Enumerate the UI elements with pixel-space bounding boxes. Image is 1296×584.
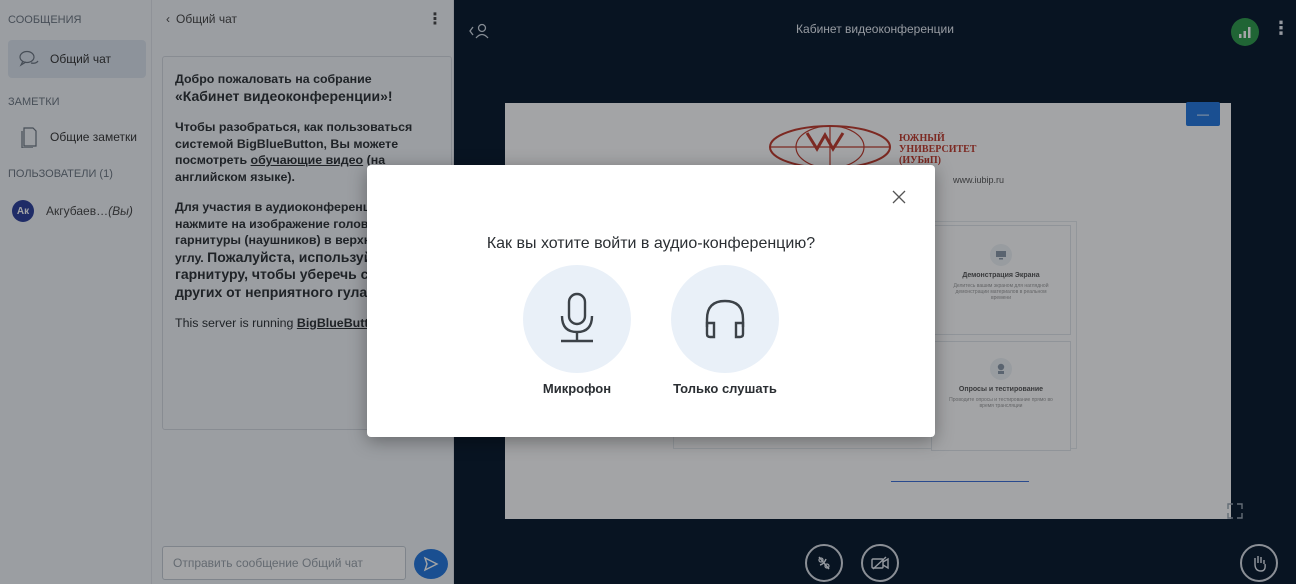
headphones-icon <box>705 299 745 339</box>
audio-join-modal: Как вы хотите войти в аудио-конференцию?… <box>367 165 935 437</box>
close-button[interactable] <box>891 189 907 205</box>
listen-only-label[interactable]: Только слушать <box>645 381 805 396</box>
microphone-option-button[interactable] <box>523 265 631 373</box>
close-icon <box>892 190 906 204</box>
listen-only-option-button[interactable] <box>671 265 779 373</box>
modal-title: Как вы хотите войти в аудио-конференцию? <box>486 235 816 252</box>
microphone-label[interactable]: Микрофон <box>497 381 657 396</box>
microphone-icon <box>560 292 594 343</box>
